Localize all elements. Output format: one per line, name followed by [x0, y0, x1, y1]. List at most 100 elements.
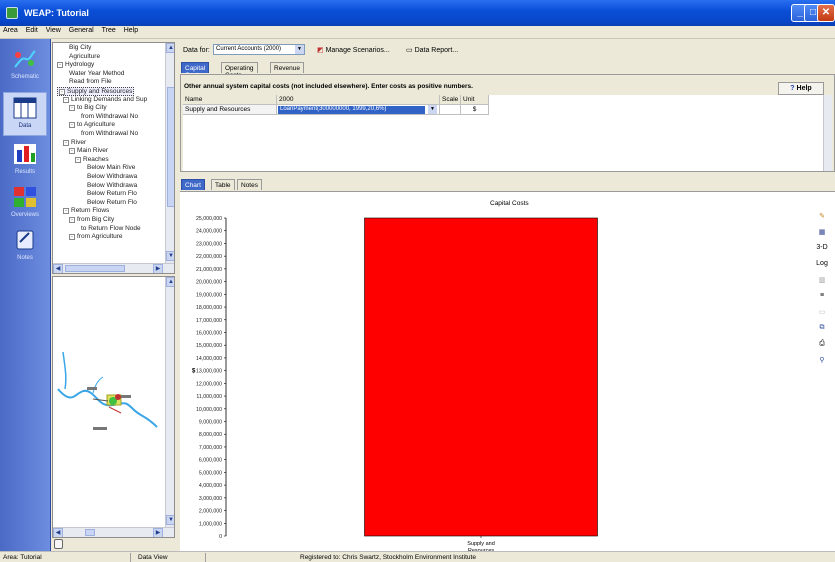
grid-icon[interactable]: ▥: [815, 276, 829, 288]
tree-node[interactable]: from Withdrawal No: [81, 130, 138, 137]
nav-notes[interactable]: Notes: [3, 225, 47, 269]
results-icon: [14, 144, 36, 164]
lines-icon[interactable]: ≡: [815, 292, 829, 304]
tree-node-label: from Withdrawal No: [81, 112, 139, 120]
close-button[interactable]: ✕: [817, 4, 835, 22]
nav-results[interactable]: Results: [3, 139, 47, 183]
tab-notes[interactable]: Notes: [237, 179, 262, 190]
tree-node[interactable]: to Return Flow Node: [81, 225, 141, 232]
tree-node[interactable]: - to Agriculture: [69, 121, 115, 129]
nav-overviews-label: Overviews: [10, 212, 39, 218]
tree-node[interactable]: from Withdrawal No: [81, 113, 138, 120]
tree-node[interactable]: - Hydrology: [57, 61, 94, 69]
tree-node[interactable]: Below Withdrawa: [87, 182, 137, 189]
menu-view[interactable]: View: [43, 26, 64, 34]
tab-operating-costs[interactable]: Operating Costs: [221, 62, 258, 79]
nav-schematic[interactable]: Schematic: [3, 44, 47, 88]
tree-node[interactable]: - to Big City: [69, 104, 107, 112]
chart-type-icon[interactable]: ▦: [815, 228, 829, 240]
scroll-down-icon[interactable]: ▼: [166, 251, 174, 261]
tree-expander-icon[interactable]: -: [69, 148, 75, 155]
tree-node[interactable]: Water Year Method: [69, 70, 124, 77]
tree-vertical-scrollbar[interactable]: ▲ ▼: [165, 43, 174, 263]
menu-general[interactable]: General: [66, 26, 97, 34]
tree-expander-icon[interactable]: -: [69, 122, 75, 129]
tree-node[interactable]: - from Agriculture: [69, 233, 123, 241]
tree-expander-icon[interactable]: -: [69, 105, 75, 112]
scroll-right-icon[interactable]: ▶: [153, 264, 163, 273]
map-scroll-left-icon[interactable]: ◀: [53, 528, 63, 537]
tree-expander-icon[interactable]: -: [57, 62, 63, 69]
tree-node[interactable]: Big City: [69, 44, 91, 51]
zoom-icon[interactable]: ⚲: [815, 356, 829, 368]
menu-area[interactable]: Area: [0, 26, 21, 34]
menu-edit[interactable]: Edit: [23, 26, 41, 34]
tree-expander-icon[interactable]: -: [69, 234, 75, 241]
tree-node[interactable]: - Main River: [69, 147, 108, 155]
expression-cell[interactable]: LoanPayment(300000000, 1999,20,6%) ▼: [277, 105, 440, 115]
data-report-button[interactable]: ▭ Data Report...: [406, 46, 458, 54]
scenario-select[interactable]: Current Accounts (2000) ▼: [213, 44, 305, 55]
scroll-up-icon[interactable]: ▲: [166, 43, 174, 53]
tree-node[interactable]: Below Withdrawa: [87, 173, 137, 180]
nav-data[interactable]: Data: [3, 92, 47, 136]
chevron-down-icon[interactable]: ▼: [295, 45, 304, 54]
nav-results-label: Results: [14, 169, 35, 175]
map-scroll-up-icon[interactable]: ▲: [166, 277, 174, 287]
scroll-left-icon[interactable]: ◀: [53, 264, 63, 273]
expression-value[interactable]: LoanPayment(300000000, 1999,20,6%): [278, 106, 425, 114]
menu-tree[interactable]: Tree: [99, 26, 119, 34]
tree-node-label: Below Withdrawa: [87, 181, 138, 189]
data-for-bar: Data for: Current Accounts (2000) ▼ ◩ Ma…: [180, 42, 835, 58]
tree-node[interactable]: - from Big City: [69, 216, 114, 223]
tab-table[interactable]: Table: [211, 179, 235, 190]
pin-icon[interactable]: ✎: [815, 212, 829, 224]
tree-expander-icon[interactable]: -: [63, 96, 69, 103]
row-unit[interactable]: $: [461, 105, 489, 115]
tab-capital-costs[interactable]: Capital Costs: [181, 62, 210, 79]
tree-scroll-thumb[interactable]: [167, 87, 174, 207]
y-tick-label: 7,000,000: [199, 445, 222, 451]
map-zoom-icon[interactable]: [54, 539, 63, 549]
manage-scenarios-button[interactable]: ◩ Manage Scenarios...: [317, 46, 390, 54]
3d-toggle[interactable]: 3-D: [815, 244, 829, 256]
tree-node[interactable]: - River: [63, 139, 86, 146]
nav-data-label: Data: [18, 123, 32, 129]
y-tick-label: 10,000,000: [196, 407, 222, 413]
tree-expander-icon[interactable]: -: [69, 217, 75, 223]
schematic-map-preview[interactable]: ▲ ▼ ◀ ▶: [52, 276, 175, 538]
map-hscroll-thumb[interactable]: [85, 529, 95, 536]
tree-node[interactable]: - Reaches: [75, 156, 109, 163]
help-label: Help: [796, 85, 812, 92]
tree-expander-icon[interactable]: -: [63, 208, 69, 215]
map-vertical-scrollbar[interactable]: ▲ ▼: [165, 277, 174, 527]
print-icon[interactable]: ⎙: [815, 340, 829, 352]
map-scroll-right-icon[interactable]: ▶: [153, 528, 163, 537]
copy-icon[interactable]: ⧉: [815, 324, 829, 336]
tree-horizontal-scrollbar[interactable]: ◀ ▶: [53, 263, 174, 273]
map-scroll-down-icon[interactable]: ▼: [166, 515, 174, 525]
tab-revenue[interactable]: Revenue: [270, 62, 305, 73]
expression-dropdown-icon[interactable]: ▼: [428, 105, 437, 114]
nav-overviews[interactable]: Overviews: [3, 182, 47, 226]
tree-expander-icon[interactable]: -: [75, 156, 81, 163]
tree-node[interactable]: - Linking Demands and Sup: [63, 96, 147, 103]
log-toggle[interactable]: Log: [815, 260, 829, 272]
grid-vertical-scrollbar[interactable]: [823, 95, 832, 171]
tree-node-label: from Agriculture: [77, 233, 123, 241]
menu-help[interactable]: Help: [121, 26, 141, 34]
tree-node[interactable]: - Return Flows: [63, 207, 109, 215]
tree-node[interactable]: Below Return Flo: [87, 190, 137, 197]
help-button[interactable]: ? Help: [778, 82, 824, 95]
tree-node-label: Big City: [69, 44, 92, 51]
tab-chart[interactable]: Chart: [181, 179, 205, 190]
tree-expander-icon[interactable]: -: [63, 139, 69, 146]
tree-hscroll-thumb[interactable]: [65, 265, 125, 272]
tree-node[interactable]: Below Main Rive: [87, 164, 135, 171]
tree-expander-icon[interactable]: -: [59, 89, 65, 95]
row-scale[interactable]: [440, 105, 461, 115]
map-horizontal-scrollbar[interactable]: ◀ ▶: [53, 527, 174, 537]
tree-node[interactable]: Read from File: [69, 78, 112, 85]
tree-node[interactable]: Below Return Flo: [87, 199, 137, 206]
tree-node[interactable]: Agriculture: [69, 53, 100, 60]
